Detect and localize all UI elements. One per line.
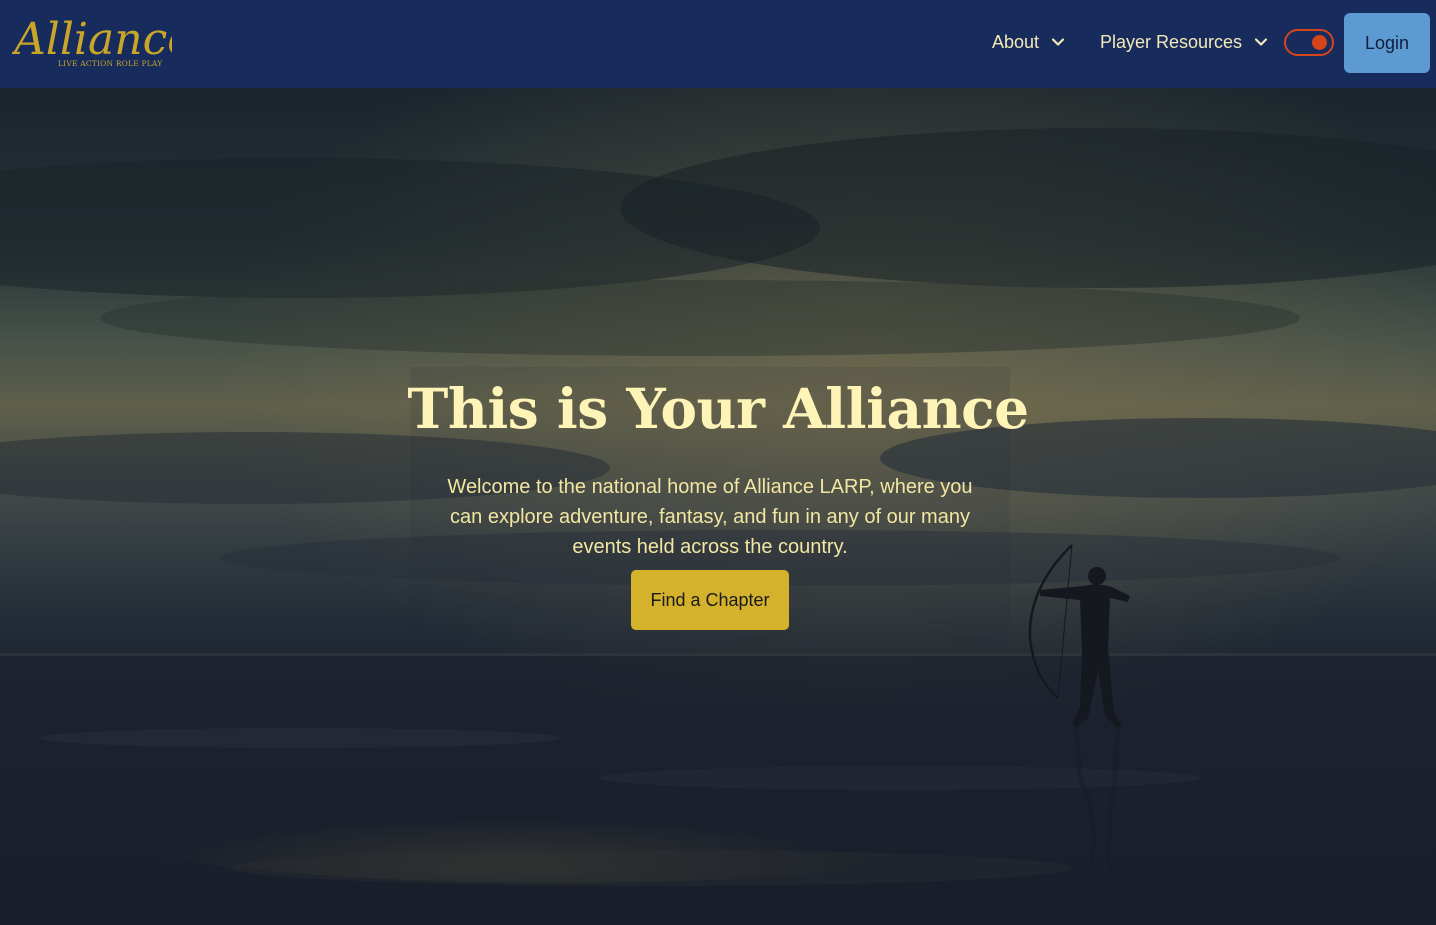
hero-section: This is Your Alliance Welcome to the nat… <box>0 88 1436 925</box>
find-a-chapter-label: Find a Chapter <box>650 589 770 610</box>
chevron-down-icon <box>1051 38 1065 46</box>
logo-wordmark: Alliance <box>12 14 172 65</box>
alliance-logo[interactable]: Alliance LIVE ACTION ROLE PLAY <box>12 10 172 74</box>
hero-title: This is Your Alliance <box>407 376 1029 441</box>
nav-player-resources[interactable]: Player Resources <box>1100 29 1268 55</box>
nav-about[interactable]: About <box>992 29 1065 55</box>
login-button[interactable]: Login <box>1344 13 1430 73</box>
chevron-down-icon <box>1254 38 1268 46</box>
alliance-logo-icon: Alliance LIVE ACTION ROLE PLAY <box>12 14 172 68</box>
find-a-chapter-button[interactable]: Find a Chapter <box>631 570 789 630</box>
login-button-label: Login <box>1364 32 1410 53</box>
toggle-knob <box>1312 35 1327 50</box>
hero-description: Welcome to the national home of Alliance… <box>447 476 973 558</box>
logo-tagline: LIVE ACTION ROLE PLAY <box>58 59 163 68</box>
top-navbar: Alliance LIVE ACTION ROLE PLAY About Pla… <box>0 0 1436 88</box>
theme-toggle[interactable] <box>1284 29 1334 56</box>
nav-player-resources-label: Player Resources <box>1100 31 1243 52</box>
nav-about-label: About <box>992 31 1040 52</box>
archer-silhouette <box>1028 544 1130 879</box>
